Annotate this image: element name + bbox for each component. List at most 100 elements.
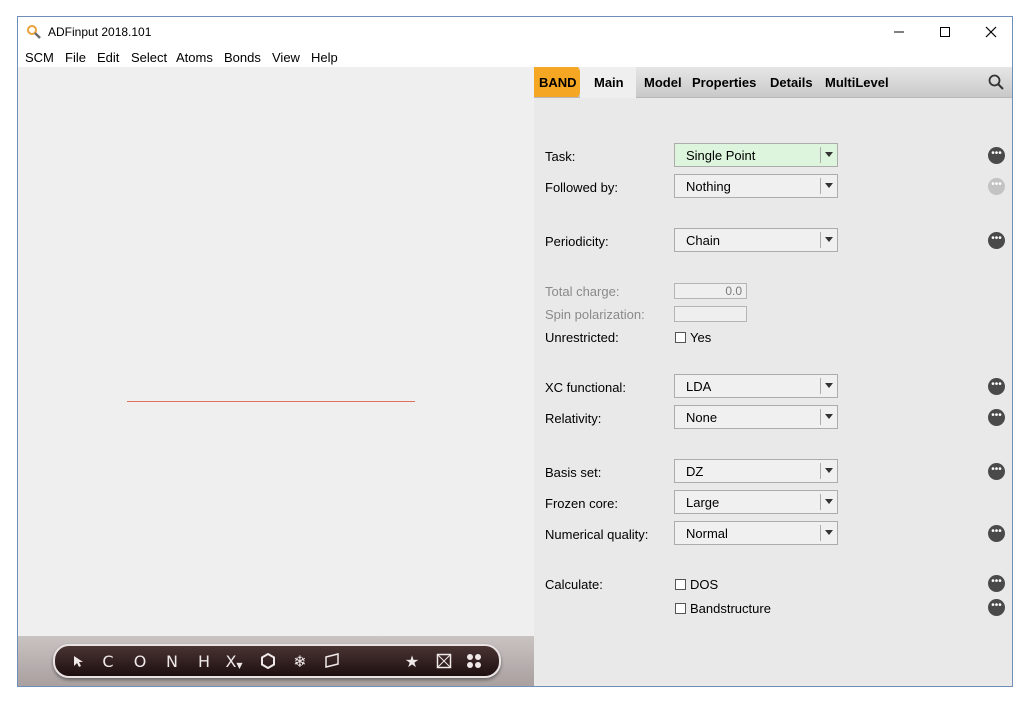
basis-set-label: Basis set: — [545, 465, 602, 480]
periodicity-more-button[interactable]: ••• — [988, 232, 1005, 249]
oxygen-tool[interactable]: O — [129, 650, 151, 672]
hydrogen-tool[interactable]: H — [193, 650, 215, 672]
relativity-label: Relativity: — [545, 411, 602, 426]
freeze-tool[interactable]: ❄ — [289, 650, 311, 672]
panel-tab-bar: BAND Main Model Properties Details Multi… — [534, 67, 1012, 98]
tab-multilevel[interactable]: MultiLevel — [825, 75, 889, 90]
numerical-quality-more-button[interactable]: ••• — [988, 525, 1005, 542]
spin-polarization-label: Spin polarization: — [545, 307, 645, 322]
tab-details[interactable]: Details — [770, 75, 813, 90]
numerical-quality-select[interactable]: Normal — [674, 521, 838, 545]
ellipsis-icon: ••• — [991, 576, 1002, 587]
carbon-tool[interactable]: C — [97, 650, 119, 672]
unrestricted-label: Unrestricted: — [545, 330, 619, 345]
basis-set-more-button[interactable]: ••• — [988, 463, 1005, 480]
parallelogram-icon — [325, 653, 339, 668]
combo-separator — [820, 525, 821, 541]
chevron-down-icon — [825, 183, 833, 188]
xc-functional-label: XC functional: — [545, 380, 626, 395]
basis-set-select[interactable]: DZ — [674, 459, 838, 483]
combo-separator — [820, 409, 821, 425]
ellipsis-icon: ••• — [991, 464, 1002, 475]
chevron-down-icon — [825, 237, 833, 242]
dos-more-button[interactable]: ••• — [988, 575, 1005, 592]
chevron-down-icon — [825, 383, 833, 388]
calculate-label: Calculate: — [545, 577, 603, 592]
tab-properties[interactable]: Properties — [692, 75, 756, 90]
toolbar-area: C O N H X ▼ ❄ ★ — [18, 636, 534, 686]
numerical-quality-value: Normal — [686, 526, 728, 541]
bandstructure-label[interactable]: Bandstructure — [690, 601, 771, 616]
unrestricted-checkbox[interactable] — [675, 332, 686, 343]
dots-icon — [467, 654, 481, 668]
favorite-tool[interactable]: ★ — [401, 650, 423, 672]
menu-edit[interactable]: Edit — [97, 50, 119, 65]
tab-model[interactable]: Model — [644, 75, 682, 90]
chain-bond-line[interactable] — [127, 401, 415, 402]
frozen-core-select[interactable]: Large — [674, 490, 838, 514]
tab-main-label[interactable]: Main — [594, 75, 624, 90]
combo-separator — [820, 463, 821, 479]
ellipsis-icon: ••• — [991, 179, 1002, 190]
star-icon: ★ — [404, 651, 420, 671]
menu-bonds[interactable]: Bonds — [224, 50, 261, 65]
plane-tool[interactable] — [321, 650, 343, 672]
menu-view[interactable]: View — [272, 50, 300, 65]
menu-select[interactable]: Select — [131, 50, 167, 65]
relativity-select[interactable]: None — [674, 405, 838, 429]
search-icon[interactable] — [988, 74, 1004, 90]
followed-by-more-button: ••• — [988, 178, 1005, 195]
dropdown-triangle-icon: ▼ — [236, 660, 243, 670]
menu-help[interactable]: Help — [311, 50, 338, 65]
window-title: ADFinput 2018.101 — [48, 25, 152, 39]
unrestricted-yes-label[interactable]: Yes — [690, 330, 711, 345]
periodicity-select[interactable]: Chain — [674, 228, 838, 252]
select-arrow-tool[interactable] — [67, 650, 89, 672]
task-more-button[interactable]: ••• — [988, 147, 1005, 164]
ellipsis-icon: ••• — [991, 410, 1002, 421]
spin-polarization-field[interactable] — [674, 306, 747, 322]
app-window: ADFinput 2018.101 SCM File Edit Select A… — [17, 16, 1013, 687]
task-select[interactable]: Single Point — [674, 143, 838, 167]
arrow-icon — [74, 656, 83, 667]
bandstructure-more-button[interactable]: ••• — [988, 599, 1005, 616]
box-tool[interactable] — [433, 650, 455, 672]
dos-label[interactable]: DOS — [690, 577, 718, 592]
ring-tool[interactable] — [257, 650, 279, 672]
ellipsis-icon: ••• — [991, 526, 1002, 537]
frozen-core-value: Large — [686, 495, 720, 510]
atom-toolbar: C O N H X ▼ ❄ ★ — [53, 644, 501, 678]
tab-band-label: BAND — [539, 75, 577, 90]
menu-atoms[interactable]: Atoms — [176, 50, 213, 65]
title-bar: ADFinput 2018.101 — [18, 17, 1012, 47]
bandstructure-checkbox[interactable] — [675, 603, 686, 614]
combo-separator — [820, 494, 821, 510]
hexagon-icon — [261, 653, 275, 669]
molecule-viewport[interactable]: C O N H X ▼ ❄ ★ — [18, 67, 534, 686]
maximize-button[interactable] — [922, 17, 968, 47]
followed-by-select[interactable]: Nothing — [674, 174, 838, 198]
xc-functional-select[interactable]: LDA — [674, 374, 838, 398]
minimize-icon — [894, 31, 904, 33]
close-button[interactable] — [968, 17, 1012, 47]
xc-functional-value: LDA — [686, 379, 712, 394]
basis-set-value: DZ — [686, 464, 704, 479]
menu-file[interactable]: File — [65, 50, 86, 65]
total-charge-field[interactable]: 0.0 — [674, 283, 747, 299]
ellipsis-icon: ••• — [991, 148, 1002, 159]
close-icon — [985, 26, 997, 38]
task-value: Single Point — [686, 148, 756, 163]
menu-scm[interactable]: SCM — [25, 50, 54, 65]
frozen-core-label: Frozen core: — [545, 496, 618, 511]
combo-separator — [820, 147, 821, 163]
dos-checkbox[interactable] — [675, 579, 686, 590]
nitrogen-tool[interactable]: N — [161, 650, 183, 672]
structure-tool[interactable] — [463, 650, 485, 672]
xc-functional-more-button[interactable]: ••• — [988, 378, 1005, 395]
chevron-down-icon — [825, 499, 833, 504]
relativity-more-button[interactable]: ••• — [988, 409, 1005, 426]
total-charge-label: Total charge: — [545, 284, 620, 299]
other-element-tool[interactable]: X ▼ — [223, 650, 245, 672]
minimize-button[interactable] — [876, 17, 922, 47]
chevron-down-icon — [825, 530, 833, 535]
